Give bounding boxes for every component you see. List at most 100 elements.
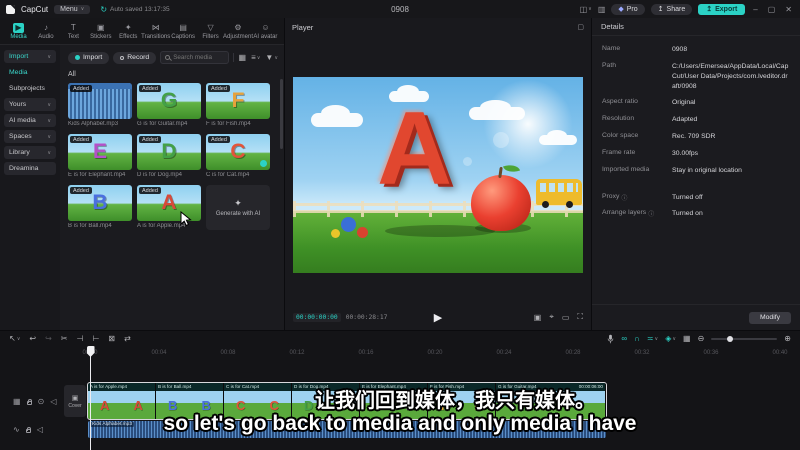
details-value: 30.00fps	[672, 149, 699, 157]
filter-icon[interactable]: ▼ ∨	[265, 53, 278, 62]
layout-toggle-icon[interactable]: ◫ ∨	[580, 5, 592, 14]
import-button[interactable]: Import	[68, 51, 110, 64]
search-input[interactable]	[173, 54, 224, 61]
media-item[interactable]: Added D D is for Dog.mp4	[137, 134, 201, 178]
tab-transitions[interactable]: ⋈ Transitions	[141, 23, 170, 40]
ribbon-tab-icon: ▽	[207, 22, 214, 32]
media-browser-panel: ▶ Media ♪ Audio T Text ▣ Stickers ✦ Effe…	[0, 18, 284, 330]
window-close-button[interactable]: ✕	[783, 5, 794, 14]
ratio-button[interactable]: ▭	[562, 312, 570, 322]
auto-snap-toggle[interactable]: ≍ ∨	[647, 334, 658, 343]
added-badge: Added	[139, 136, 161, 143]
sidebar-item-import[interactable]: Import ∨	[4, 50, 56, 63]
play-button[interactable]: ▶	[434, 311, 442, 324]
sidebar-item-dreamina[interactable]: Dreamina	[4, 162, 56, 175]
tab-captions[interactable]: ▤ Captions	[170, 23, 197, 40]
split-button[interactable]: ✂	[61, 334, 68, 343]
video-preview[interactable]: A	[293, 77, 583, 273]
media-item-name: C is for Cat.mp4	[206, 172, 250, 178]
cloud	[311, 105, 363, 127]
sidebar-item-spaces[interactable]: Spaces ∨	[4, 130, 56, 143]
hide-track-icon[interactable]: ⊙	[38, 397, 45, 406]
share-button[interactable]: ↥ Share	[650, 3, 693, 15]
pip-icon[interactable]: ▣	[534, 312, 542, 322]
zoom-in-button[interactable]: ⊕	[784, 334, 791, 343]
delete-left-button[interactable]: ⊣	[76, 334, 83, 343]
window-maximize-button[interactable]: ▢	[766, 5, 778, 14]
media-item[interactable]: ✦ Generate with AI	[206, 185, 270, 230]
media-item[interactable]: Added B B is for Ball.mp4	[68, 185, 132, 230]
link-clips-toggle[interactable]: ∞	[621, 334, 627, 343]
sidebar-item-library[interactable]: Library ∨	[4, 146, 56, 159]
media-item[interactable]: Added C C is for Cat.mp4	[206, 134, 270, 178]
letter-art: G	[160, 89, 178, 112]
tab-filters[interactable]: ▽ Filters	[197, 23, 224, 40]
window-minimize-button[interactable]: –	[751, 5, 759, 14]
cover-button[interactable]: ▣ Cover	[64, 385, 86, 417]
media-item[interactable]: Added F F is for Fish.mp4	[206, 83, 270, 127]
delete-button[interactable]: ⊠	[108, 334, 115, 343]
panel-layout-icon[interactable]: ▥	[598, 5, 606, 14]
ruler-tick: 00:04	[151, 349, 167, 356]
pro-button[interactable]: ◆ Pro	[611, 3, 645, 15]
modify-button[interactable]: Modify	[748, 311, 791, 324]
tab-ai-avatar[interactable]: ☺ AI avatar	[252, 23, 279, 40]
preview-quality-icon[interactable]: ⌖	[549, 312, 554, 322]
sidebar-item-ai-media[interactable]: AI media ∨	[4, 114, 56, 127]
ribbon-tab-label: Audio	[38, 33, 54, 40]
view-grid-icon[interactable]: ▦	[239, 53, 247, 62]
record-button[interactable]: Record	[113, 51, 157, 64]
tab-media[interactable]: ▶ Media	[5, 22, 32, 40]
current-timecode[interactable]: 00:00:00:00	[293, 312, 341, 322]
preview-axis-button[interactable]: ▦	[683, 334, 691, 343]
timeline-zoom-slider[interactable]	[711, 335, 778, 342]
details-panel: Details Name 0908 Path C:/Users/Emersea/…	[592, 18, 800, 330]
media-item[interactable]: Added G G is for Guitar.mp4	[137, 83, 201, 127]
ribbon-tab-label: Adjustment	[223, 33, 254, 40]
track-options-icon[interactable]: ▦	[13, 397, 21, 406]
zoom-out-button[interactable]: ⊖	[698, 334, 705, 343]
menu-button[interactable]: Menu ∨	[54, 4, 91, 14]
ruler-tick: 00:12	[289, 349, 305, 356]
lock-track-icon[interactable]	[26, 399, 33, 405]
undo-button[interactable]: ↩	[29, 334, 36, 343]
mute-track-icon[interactable]: ◁	[37, 425, 43, 434]
lock-track-icon[interactable]	[25, 427, 32, 433]
player-panel: Player ▢ A 00:00:00:00 00:00:28:17 ▶ ▣ ⌖…	[285, 18, 591, 330]
export-button[interactable]: ↥ Export	[698, 3, 746, 15]
player-expand-icon[interactable]: ▢	[577, 23, 584, 31]
redo-button[interactable]: ↪	[45, 334, 52, 343]
media-item[interactable]: Added Kids Alphabet.mp3	[68, 83, 132, 127]
main-track-magnet-toggle[interactable]: ∩	[634, 334, 640, 343]
letter-art: B	[92, 191, 108, 214]
select-tool-button[interactable]: ↖ ∨	[9, 334, 20, 343]
tab-audio[interactable]: ♪ Audio	[32, 23, 59, 40]
sidebar-item-subprojects[interactable]: Subprojects	[4, 82, 56, 95]
timeline-ruler[interactable]: 00:0000:0400:0800:1200:1600:2000:2400:28…	[0, 346, 800, 359]
fullscreen-button[interactable]: ⛶	[577, 312, 583, 322]
mirror-button[interactable]: ⇄	[124, 334, 131, 343]
voiceover-mic-icon[interactable]	[607, 334, 614, 344]
tab-text[interactable]: T Text	[60, 23, 87, 40]
sidebar-item-media[interactable]: Media	[4, 66, 56, 79]
timeline-video-clip[interactable]: A is for Apple.mp4 A A	[88, 383, 156, 419]
export-icon: ↥	[706, 6, 713, 13]
track-volume-toggle[interactable]: ◈ ∨	[665, 334, 676, 343]
audio-waveform-icon[interactable]: ∿	[13, 425, 20, 434]
sort-icon[interactable]: ≡ ∨	[251, 53, 260, 62]
search-box[interactable]	[160, 51, 229, 64]
tab-stickers[interactable]: ▣ Stickers	[87, 23, 114, 40]
mute-track-icon[interactable]: ◁	[50, 397, 56, 406]
scrollbar[interactable]	[280, 79, 283, 149]
tab-adjustment[interactable]: ⚙ Adjustment	[223, 23, 254, 40]
ai-generate-icon: ✦	[234, 198, 242, 208]
playhead[interactable]	[86, 346, 95, 450]
media-item[interactable]: Added E E is for Elephant.mp4	[68, 134, 132, 178]
chevron-down-icon: ∨	[47, 53, 51, 60]
details-row: Frame rate 30.00fps	[602, 149, 790, 159]
delete-right-button[interactable]: ⊢	[92, 334, 99, 343]
sidebar-item-yours[interactable]: Yours ∨	[4, 98, 56, 111]
tab-effects[interactable]: ✦ Effects	[115, 23, 142, 40]
letter-art: D	[161, 140, 177, 163]
chevron-down-icon: ∨	[47, 149, 51, 156]
